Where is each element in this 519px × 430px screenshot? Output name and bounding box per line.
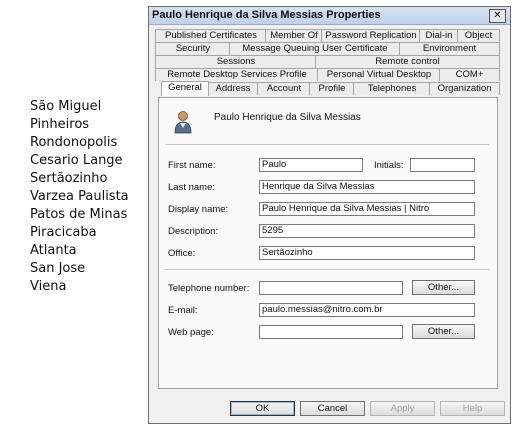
tab-environment[interactable]: Environment (399, 42, 500, 55)
apply-button[interactable]: Apply (370, 401, 435, 416)
tab-general[interactable]: General (161, 81, 209, 96)
initials-label: Initials: (374, 160, 404, 171)
display-name-field[interactable]: Paulo Henrique da Silva Messias | Nitro (259, 202, 475, 216)
title-bar: Paulo Henrique da Silva Messias Properti… (149, 7, 510, 25)
telephone-field[interactable] (259, 281, 403, 295)
description-label: Description: (168, 226, 219, 237)
tab-security[interactable]: Security (155, 42, 231, 55)
tab-object[interactable]: Object (457, 29, 500, 42)
city-list: São Miguel Pinheiros Rondonopolis Cesari… (30, 98, 129, 296)
window-title: Paulo Henrique da Silva Messias Properti… (152, 9, 381, 21)
tab-remote-desktop-profile[interactable]: Remote Desktop Services Profile (155, 68, 319, 81)
display-name-label: Display name: (168, 204, 229, 215)
tab-sessions[interactable]: Sessions (155, 55, 317, 68)
office-field[interactable]: Sertãozinho (259, 246, 475, 260)
list-item: Atlanta (30, 243, 77, 258)
initials-field[interactable] (410, 158, 475, 172)
cancel-button[interactable]: Cancel (300, 401, 365, 416)
list-item: Patos de Minas (30, 207, 128, 222)
separator (165, 269, 489, 271)
first-name-field[interactable]: Paulo (259, 158, 363, 172)
web-page-other-button[interactable]: Other... (412, 324, 475, 339)
office-label: Office: (168, 248, 196, 259)
general-panel: Paulo Henrique da Silva Messias First na… (158, 97, 498, 389)
list-item: Rondonopolis (30, 135, 118, 150)
tab-dial-in[interactable]: Dial-in (419, 29, 459, 42)
description-field[interactable]: 5295 (259, 224, 475, 238)
tab-account[interactable]: Account (257, 82, 311, 95)
email-field[interactable]: paulo.messias@nitro.com.br (259, 303, 475, 317)
list-item: Cesario Lange (30, 153, 123, 168)
list-item: Viena (30, 279, 67, 294)
tab-organization[interactable]: Organization (429, 82, 500, 95)
telephone-other-button[interactable]: Other... (412, 280, 475, 295)
close-button[interactable]: ✕ (489, 9, 506, 23)
tab-password-replication[interactable]: Password Replication (321, 29, 421, 42)
tab-com-plus[interactable]: COM+ (439, 68, 500, 81)
properties-dialog: Paulo Henrique da Silva Messias Properti… (148, 6, 511, 424)
list-item: São Miguel (30, 99, 102, 114)
tab-member-of[interactable]: Member Of (265, 29, 323, 42)
list-item: Sertãozinho (30, 171, 108, 186)
list-item: Pinheiros (30, 117, 90, 132)
user-display-name: Paulo Henrique da Silva Messias (214, 112, 361, 123)
first-name-label: First name: (168, 160, 216, 171)
tab-published-certificates[interactable]: Published Certificates (155, 29, 267, 42)
telephone-label: Telephone number: (168, 283, 250, 294)
user-icon (174, 111, 192, 134)
list-item: Piracicaba (30, 225, 97, 240)
separator (165, 144, 489, 146)
ok-button[interactable]: OK (230, 401, 295, 416)
tab-personal-virtual-desktop[interactable]: Personal Virtual Desktop (317, 68, 441, 81)
last-name-field[interactable]: Henrique da Silva Messias (259, 180, 475, 194)
tab-address[interactable]: Address (207, 82, 259, 95)
list-item: San Jose (30, 261, 86, 276)
tab-telephones[interactable]: Telephones (353, 82, 431, 95)
tab-remote-control[interactable]: Remote control (315, 55, 500, 68)
web-page-field[interactable] (259, 325, 403, 339)
email-label: E-mail: (168, 305, 198, 316)
list-item: Varzea Paulista (30, 189, 129, 204)
tab-message-queuing[interactable]: Message Queuing User Certificate (229, 42, 401, 55)
help-button[interactable]: Help (440, 401, 505, 416)
tab-profile[interactable]: Profile (309, 82, 355, 95)
web-page-label: Web page: (168, 327, 214, 338)
last-name-label: Last name: (168, 182, 215, 193)
